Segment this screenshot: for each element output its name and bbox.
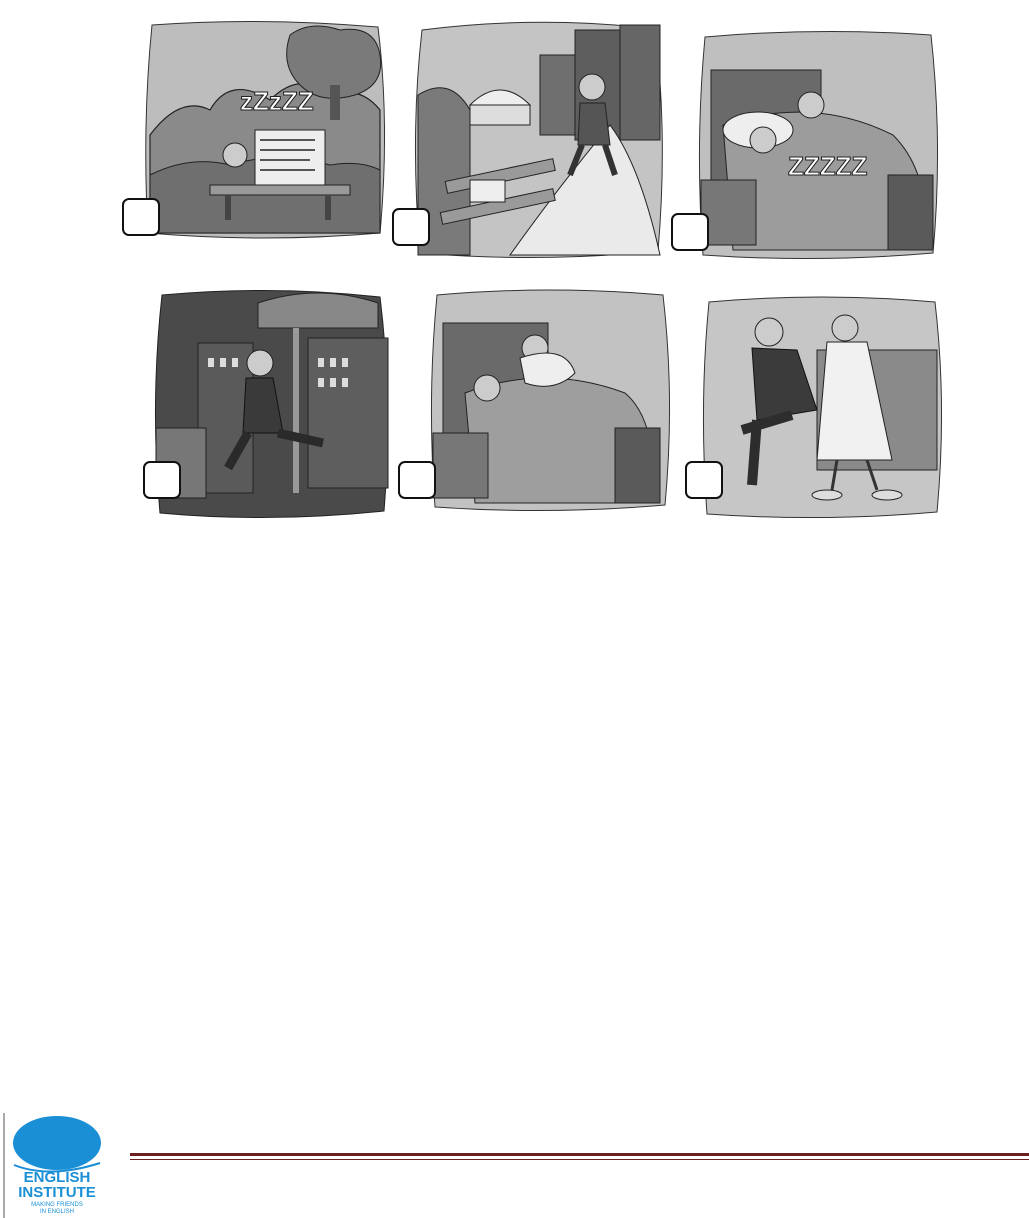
picture-panel-4 [148,283,393,523]
answer-box-4[interactable] [143,461,181,499]
footer-rule-thin [130,1159,1029,1160]
footer-rule [130,1153,1029,1156]
logo-tagline1: MAKING FRIENDS [31,1202,83,1208]
couple-sleeping-illustration: ZZZZZ [698,30,939,260]
answer-box-2[interactable] [392,208,430,246]
logo-tagline2: IN ENGLISH [40,1209,74,1215]
answer-box-6[interactable] [685,461,723,499]
picture-panel-1: zZzZZ [140,15,390,240]
park-jogger-illustration [414,21,663,259]
answer-box-1[interactable] [122,198,160,236]
svg-text:ZZZZZ: ZZZZZ [788,151,868,181]
man-putting-on-shoes-illustration [702,296,943,519]
answer-box-3[interactable] [671,213,709,251]
picture-panel-3: ZZZZZ [693,25,943,263]
city-runner-illustration [154,289,389,519]
answer-box-5[interactable] [398,461,436,499]
picture-panel-2 [410,15,668,263]
picture-panel-6 [697,290,947,522]
logo-frame: ENGLISH INSTITUTE MAKING FRIENDS IN ENGL… [0,1113,108,1218]
picture-panel-5 [425,283,675,515]
logo-line2: INSTITUTE [18,1184,96,1201]
park-bench-sleeper-illustration: zZzZZ [145,20,386,239]
svg-text:zZzZZ: zZzZZ [240,86,314,116]
english-institute-logo: ENGLISH INSTITUTE MAKING FRIENDS IN ENGL… [0,1113,108,1218]
woman-waking-man-illustration [430,289,671,512]
